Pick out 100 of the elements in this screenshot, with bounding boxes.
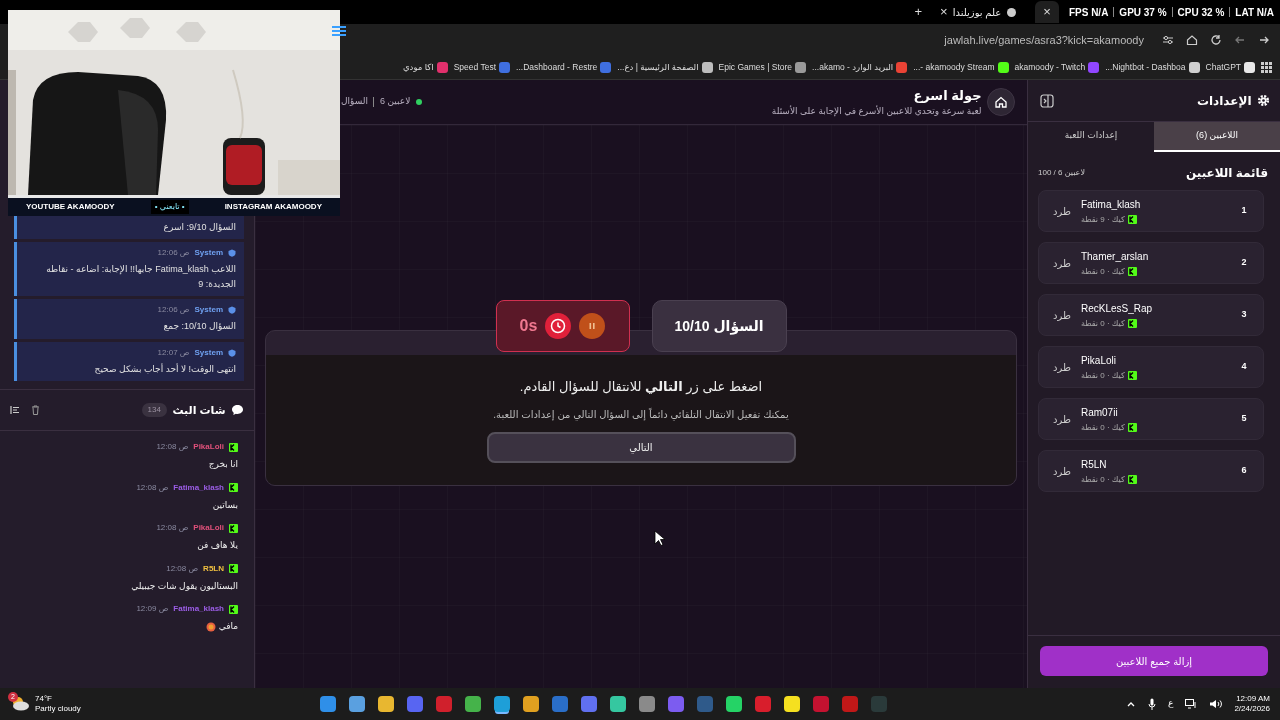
bookmark-link[interactable]: akamoody - Twitch [1014, 61, 1100, 74]
message-text: السؤال 10/10: جمع [162, 320, 236, 334]
player-score: كيك · 0 نقطة [1080, 421, 1125, 434]
back-icon[interactable] [1234, 34, 1246, 46]
taskbar-app-icon[interactable] [725, 696, 742, 712]
clock-date: 2/24/2026 [1234, 704, 1270, 715]
chat-username: R5LN [203, 562, 224, 575]
performance-stat: CPU 32 % [1177, 5, 1225, 20]
shield-icon [228, 348, 236, 357]
chat-message: البستاليون يقول شات جيبيلي [131, 579, 238, 593]
kick-logo-icon [1127, 267, 1137, 276]
player-rank: 2 [1240, 256, 1248, 270]
chat-username: PikaLoli [193, 441, 224, 454]
forward-icon[interactable] [1258, 34, 1270, 46]
player-score: كيك · 0 نقطة [1080, 369, 1125, 382]
kick-button[interactable]: طرد [1053, 411, 1071, 427]
temperature: 74°F [35, 693, 53, 704]
hint-text: يمكنك تفعيل الانتقال التلقائي دائماً إلى السؤال التالي من إعدادات اللعبة. [493, 407, 789, 422]
chat-username: Fatima_klash [173, 603, 224, 616]
settings-tab[interactable]: اللاعبين (6) [1154, 122, 1280, 152]
cloud-icon [10, 695, 30, 711]
kick-button[interactable]: طرد [1053, 255, 1071, 271]
kick-button[interactable]: طرد [1053, 203, 1071, 219]
message-time: 12:06 ص [157, 304, 190, 317]
banner-text: YOUTUBE AKAMOODY [26, 201, 115, 213]
taskbar-app-icon[interactable] [377, 696, 394, 712]
chat-message: مافي [218, 620, 238, 634]
kick-logo-icon [229, 564, 238, 574]
bookmark-link[interactable]: اكا مودي [402, 61, 448, 74]
microphone-icon[interactable] [1148, 698, 1156, 710]
clock-time: 12:09 AM [1236, 693, 1270, 704]
player-rank: 3 [1240, 308, 1248, 322]
bookmark-link[interactable]: Speed Test [453, 61, 511, 74]
message-text: انتهى الوقت! لا أحد أجاب بشكل صحيح [93, 362, 236, 376]
chat-bubble-icon [231, 404, 244, 417]
timer-value: 0s [519, 316, 538, 336]
collapse-panel-icon[interactable] [1040, 93, 1054, 108]
browser-tab[interactable]: × [1035, 1, 1059, 23]
menu-icon[interactable] [331, 25, 347, 37]
taskbar-app-icon[interactable] [464, 696, 481, 712]
chat-title: شات البث [172, 402, 226, 418]
network-icon[interactable] [1185, 699, 1198, 709]
address-field[interactable]: jawlah.live/games/asra3?kick=akamoody [938, 28, 1150, 52]
globe-icon [1006, 6, 1018, 18]
message-time: 12:08 ص [156, 441, 189, 454]
kick-logo-icon [1127, 215, 1137, 224]
new-tab-button[interactable]: + [914, 2, 923, 22]
player-name: R5LN [1080, 457, 1107, 472]
performance-stat: LAT N/A [1235, 5, 1274, 20]
taskbar-app-icon[interactable] [522, 696, 539, 712]
player-score: كيك · 0 نقطة [1080, 317, 1125, 330]
kick-logo-icon [1127, 475, 1137, 484]
bookmark-link[interactable]: الصفحة الرئيسية | دع... [617, 61, 713, 74]
home-icon[interactable] [1186, 34, 1198, 46]
tune-icon[interactable] [1162, 34, 1174, 46]
bookmark-link[interactable]: Dashboard - Restre... [516, 61, 612, 74]
kick-logo-icon [229, 442, 238, 452]
bookmark-link[interactable]: akamoody Stream -... [913, 61, 1009, 74]
bookmark-link[interactable]: Epic Games | Store [718, 61, 807, 74]
shield-icon [228, 306, 236, 315]
close-tab-button[interactable]: × [940, 2, 948, 22]
bookmark-link[interactable]: ChatGPT [1205, 61, 1255, 74]
kick-button[interactable]: طرد [1053, 463, 1071, 479]
kick-button[interactable]: طرد [1053, 359, 1071, 375]
close-tab-button[interactable]: × [1043, 2, 1051, 22]
kick-logo-icon [1127, 371, 1137, 380]
trash-icon[interactable] [31, 405, 40, 416]
settings-tab[interactable]: إعدادات اللعبة [1028, 122, 1154, 152]
volume-icon[interactable] [1209, 699, 1223, 709]
apps-grid-icon[interactable] [1261, 62, 1272, 73]
chat-username: Fatima_klash [173, 481, 224, 494]
taskbar-app-icon[interactable] [783, 696, 800, 712]
player-rank: 1 [1240, 204, 1248, 218]
reload-icon[interactable] [1210, 34, 1222, 46]
settings-icon [1257, 94, 1270, 107]
taskbar-app-icon[interactable] [609, 696, 626, 712]
shield-icon [228, 249, 236, 258]
home-button[interactable] [987, 88, 1015, 116]
remove-all-button[interactable]: إزالة جميع اللاعبين [1040, 646, 1268, 676]
player-name: PikaLoli [1080, 353, 1116, 368]
message-time: 12:08 ص [136, 481, 169, 494]
input-language[interactable]: ع [1168, 697, 1174, 711]
taskbar-app-icon[interactable] [348, 696, 365, 712]
message-time: 12:08 ص [156, 522, 189, 535]
taskbar-app-icon[interactable] [493, 696, 510, 712]
weather-condition: Partly cloudy [35, 704, 81, 715]
next-button[interactable]: التالي [486, 431, 796, 463]
bookmark-link[interactable]: Nightbot - Dashboa... [1105, 61, 1200, 74]
player-list-title: قائمة اللاعبين [1185, 165, 1268, 182]
pause-button[interactable] [579, 313, 606, 339]
bookmark-link[interactable]: البريد الوارد - akamo... [812, 61, 908, 74]
performance-stat: FPS N/A [1068, 5, 1109, 20]
message-text: اللاعب Fatima_klash جابها!! الإجابة: اضاعه - نقاطه الجديدة: 9 [45, 263, 236, 291]
kick-button[interactable]: طرد [1053, 307, 1071, 323]
list-icon[interactable] [10, 405, 20, 416]
taskbar-app-icon[interactable] [319, 696, 336, 712]
kick-logo-icon [1127, 423, 1137, 432]
online-dot-icon [415, 99, 422, 105]
browser-tab[interactable]: علم بوزيلندا × [932, 1, 1026, 23]
player-capacity: 100 / 6 لاعبين [1038, 167, 1085, 179]
